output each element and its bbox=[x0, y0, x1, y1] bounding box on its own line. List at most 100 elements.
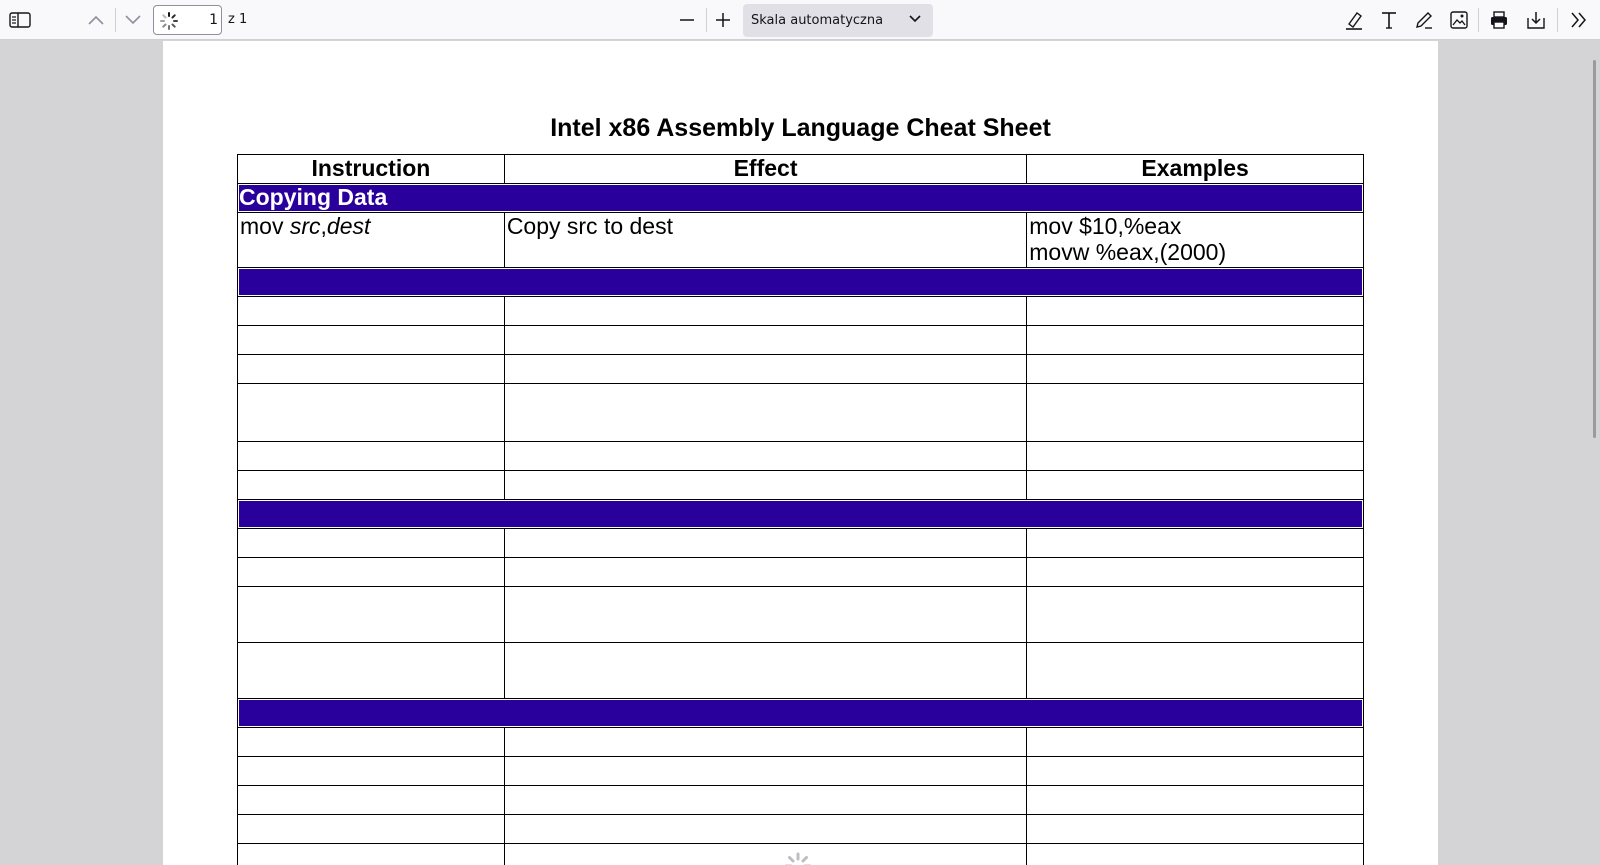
table-cell bbox=[237, 441, 505, 471]
table-cell bbox=[503, 470, 1028, 500]
sidebar-toggle-button[interactable] bbox=[4, 4, 36, 36]
scrollbar-thumb[interactable] bbox=[1593, 60, 1596, 438]
table-cell bbox=[503, 785, 1028, 815]
zoom-out-button[interactable] bbox=[671, 4, 703, 36]
pdf-page: Intel x86 Assembly Language Cheat Sheet … bbox=[163, 41, 1438, 865]
page-number-input[interactable] bbox=[180, 8, 218, 32]
table-cell bbox=[1026, 383, 1364, 442]
table-row bbox=[237, 756, 1364, 786]
table-cell bbox=[503, 528, 1028, 558]
previous-page-button[interactable] bbox=[80, 4, 112, 36]
table-cell bbox=[1026, 441, 1364, 471]
table-cell bbox=[237, 586, 505, 643]
table-cell bbox=[503, 557, 1028, 587]
chevron-down-icon bbox=[909, 15, 921, 23]
printer-icon bbox=[1491, 11, 1507, 29]
table-row bbox=[237, 354, 1364, 384]
table-cell bbox=[1026, 470, 1364, 500]
toolbar-separator bbox=[115, 8, 116, 32]
draw-button[interactable] bbox=[1408, 4, 1440, 36]
table-cell bbox=[237, 843, 505, 865]
page-number-field[interactable] bbox=[153, 5, 222, 35]
table-row bbox=[237, 325, 1364, 355]
table-cell bbox=[1026, 843, 1364, 865]
table-cell bbox=[503, 814, 1028, 844]
table-cell bbox=[503, 727, 1028, 757]
table-cell bbox=[503, 383, 1028, 442]
examples-cell: mov $10,%eax movw %eax,(2000) bbox=[1026, 212, 1364, 268]
example-line: movw %eax,(2000) bbox=[1029, 239, 1227, 265]
table-row bbox=[237, 441, 1364, 471]
zoom-select[interactable]: Skala automatyczna bbox=[743, 4, 933, 37]
table-cell bbox=[503, 642, 1028, 699]
minus-icon bbox=[680, 19, 694, 21]
table-cell bbox=[237, 642, 505, 699]
table-cell bbox=[1026, 727, 1364, 757]
table-row bbox=[237, 383, 1364, 442]
table-cell bbox=[1026, 354, 1364, 384]
example-line: mov $10,%eax bbox=[1029, 213, 1182, 239]
sidebar-icon bbox=[9, 12, 31, 28]
document-title: Intel x86 Assembly Language Cheat Sheet bbox=[550, 114, 1051, 142]
loading-spinner-icon bbox=[160, 12, 178, 30]
table-cell bbox=[503, 843, 1028, 865]
table-row bbox=[237, 296, 1364, 326]
table-cell bbox=[503, 756, 1028, 786]
instruction-src: src bbox=[289, 213, 321, 239]
tools-menu-button[interactable] bbox=[1563, 4, 1595, 36]
table-cell bbox=[237, 814, 505, 844]
table-cell bbox=[1026, 586, 1364, 643]
table-row bbox=[237, 642, 1364, 699]
print-button[interactable] bbox=[1483, 4, 1515, 36]
highlight-button[interactable] bbox=[1338, 4, 1370, 36]
table-cell bbox=[503, 296, 1028, 326]
table-cell bbox=[237, 383, 505, 442]
table-cell bbox=[237, 470, 505, 500]
save-button[interactable] bbox=[1520, 4, 1552, 36]
table-row: mov src,dest Copy src to dest mov $10,%e… bbox=[237, 212, 1364, 268]
table-cell bbox=[1026, 325, 1364, 355]
toolbar-separator bbox=[1478, 8, 1479, 32]
section-row: Copying Data bbox=[237, 183, 1364, 213]
table-cell bbox=[503, 354, 1028, 384]
table-row bbox=[237, 557, 1364, 587]
text-annotation-button[interactable] bbox=[1373, 4, 1405, 36]
table-row bbox=[237, 785, 1364, 815]
table-cell bbox=[503, 586, 1028, 643]
chevron-down-icon bbox=[125, 15, 141, 25]
section-heading bbox=[237, 267, 1364, 297]
toolbar-separator bbox=[1557, 8, 1558, 32]
table-cell bbox=[237, 557, 505, 587]
zoom-in-button[interactable] bbox=[707, 4, 739, 36]
table-row bbox=[237, 528, 1364, 558]
text-icon bbox=[1382, 12, 1396, 29]
pen-icon bbox=[1416, 12, 1432, 29]
zoom-select-value: Skala automatyczna bbox=[751, 13, 884, 28]
table-cell bbox=[237, 354, 505, 384]
cheat-sheet-table: Instruction Effect Examples Copying Data… bbox=[237, 154, 1364, 865]
chevron-up-icon bbox=[88, 15, 104, 25]
download-icon bbox=[1527, 12, 1545, 29]
table-cell bbox=[503, 325, 1028, 355]
section-row bbox=[237, 499, 1364, 529]
add-image-button[interactable] bbox=[1443, 4, 1475, 36]
header-examples: Examples bbox=[1026, 154, 1364, 184]
instruction-op: mov bbox=[240, 213, 290, 239]
loading-spinner-icon bbox=[784, 852, 812, 865]
table-cell bbox=[1026, 296, 1364, 326]
header-effect: Effect bbox=[503, 154, 1028, 184]
section-row bbox=[237, 698, 1364, 728]
table-header-row: Instruction Effect Examples bbox=[237, 154, 1364, 184]
table-cell bbox=[1026, 756, 1364, 786]
table-cell bbox=[237, 756, 505, 786]
section-heading bbox=[237, 698, 1364, 728]
table-cell bbox=[237, 528, 505, 558]
next-page-button[interactable] bbox=[117, 4, 149, 36]
table-cell bbox=[1026, 642, 1364, 699]
table-cell bbox=[1026, 814, 1364, 844]
table-cell bbox=[1026, 528, 1364, 558]
table-cell bbox=[503, 441, 1028, 471]
table-cell bbox=[237, 727, 505, 757]
table-cell bbox=[1026, 785, 1364, 815]
table-cell bbox=[237, 325, 505, 355]
